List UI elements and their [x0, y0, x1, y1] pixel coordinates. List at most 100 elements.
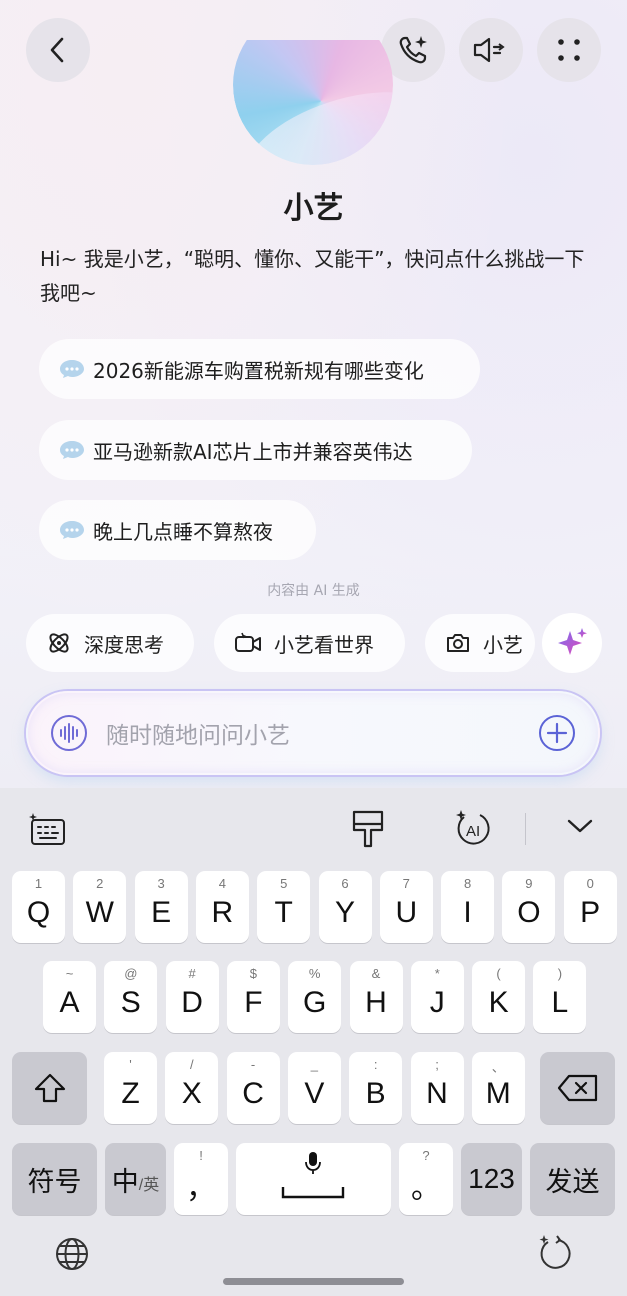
chat-input-bar[interactable]: 随时随地问问小艺: [26, 691, 600, 775]
plus-icon[interactable]: [538, 714, 576, 752]
key-hint: ): [557, 966, 563, 981]
key-hint: 7: [402, 876, 410, 891]
space-key[interactable]: [236, 1143, 391, 1215]
suggestion-text: 晚上几点睡不算熬夜: [93, 519, 273, 544]
key-p[interactable]: 0P: [563, 871, 617, 943]
key-hint: 9: [525, 876, 533, 891]
microphone-icon: [305, 1152, 321, 1174]
chevron-down-icon[interactable]: [566, 816, 594, 836]
key-h[interactable]: & H: [349, 961, 403, 1033]
period-key[interactable]: ? 。: [399, 1143, 453, 1215]
tool-deep-think[interactable]: 深度思考: [26, 614, 194, 672]
key-n[interactable]: ; N: [410, 1052, 464, 1124]
comma-key[interactable]: ! ，: [174, 1143, 228, 1215]
ai-assist-icon[interactable]: AI: [452, 808, 496, 850]
ai-generated-note: 内容由 AI 生成: [267, 583, 360, 599]
shift-key[interactable]: [12, 1052, 87, 1124]
tool-label: 小艺看世界: [274, 632, 374, 657]
home-indicator: [223, 1278, 404, 1285]
tool-xiaoyi-camera[interactable]: 小艺: [425, 614, 535, 672]
key-t[interactable]: 5T: [257, 871, 311, 943]
lang-sub-label: /英: [138, 1177, 160, 1194]
key-hint: 0: [586, 876, 594, 891]
key-s[interactable]: @ S: [104, 961, 158, 1033]
keyboard-settings-icon[interactable]: [28, 812, 68, 848]
key-d[interactable]: # D: [165, 961, 219, 1033]
tool-label: 小艺: [483, 632, 523, 657]
key-label: B: [365, 1077, 386, 1110]
key-hint: *: [434, 966, 440, 981]
key-j[interactable]: * J: [410, 961, 464, 1033]
keyboard-toolbar: AI: [0, 788, 627, 868]
key-k[interactable]: (K: [472, 961, 526, 1033]
key-label: F: [244, 986, 263, 1019]
key-z[interactable]: ' Z: [104, 1052, 157, 1124]
chat-input-placeholder[interactable]: 随时随地问问小艺: [106, 716, 538, 750]
key-label: T: [274, 896, 293, 929]
suggestion-chip[interactable]: 2026新能源车购置税新规有哪些变化: [39, 339, 480, 399]
key-q[interactable]: 1Q: [12, 871, 65, 943]
tool-label: 深度思考: [84, 632, 164, 657]
backspace-key[interactable]: [540, 1052, 615, 1124]
key-label: C: [242, 1077, 264, 1110]
key-a[interactable]: ~ A: [43, 961, 96, 1033]
back-button[interactable]: [26, 18, 90, 82]
tool-xiaoyi-see-world[interactable]: 小艺看世界: [214, 614, 405, 672]
key-f[interactable]: $ F: [226, 961, 280, 1033]
key-hint: @: [124, 966, 138, 981]
key-hint: 6: [341, 876, 349, 891]
key-label: D: [181, 986, 203, 1019]
toolbar-divider: [525, 813, 526, 845]
more-button[interactable]: [537, 18, 601, 82]
key-label: P: [580, 896, 601, 929]
key-i[interactable]: 8I: [441, 871, 495, 943]
keyboard: AI 1Q2W3E4R5T6Y7U8I9O0P ~ A @ S # D $ F% G & H * J(K…: [0, 788, 627, 1296]
key-hint: :: [373, 1057, 378, 1072]
key-e[interactable]: 3E: [134, 871, 188, 943]
key-label: U: [395, 896, 418, 929]
key-label: E: [151, 896, 172, 929]
speaker-button[interactable]: [459, 18, 523, 82]
suggestion-chip[interactable]: 亚马逊新款AI芯片上市并兼容英伟达: [39, 420, 472, 480]
language-switch-key[interactable]: 中/英: [105, 1143, 166, 1215]
paint-brush-icon[interactable]: [348, 808, 388, 850]
key-hint: ;: [435, 1057, 439, 1072]
key-c[interactable]: -C: [226, 1052, 280, 1124]
key-label: O: [517, 896, 541, 929]
numbers-key[interactable]: 123: [461, 1143, 522, 1215]
backspace-icon: [557, 1074, 597, 1102]
rotate-keyboard-icon[interactable]: [536, 1234, 574, 1272]
key-label: H: [365, 986, 387, 1019]
key-label: Z: [121, 1077, 140, 1110]
key-u[interactable]: 7U: [379, 871, 433, 943]
key-label: Q: [26, 896, 51, 929]
key-hint: _: [310, 1057, 318, 1072]
key-v[interactable]: _ V: [287, 1052, 341, 1124]
chat-bubble-icon: [60, 521, 84, 539]
key-hint: 3: [157, 876, 165, 891]
globe-icon[interactable]: [54, 1236, 90, 1272]
key-hint: 4: [218, 876, 226, 891]
key-label: K: [488, 986, 509, 1019]
camera-video-icon: [235, 632, 261, 652]
camera-icon: [447, 634, 469, 652]
key-r[interactable]: 4R: [195, 871, 249, 943]
key-y[interactable]: 6Y: [318, 871, 372, 943]
key-b[interactable]: :B: [349, 1052, 403, 1124]
key-x[interactable]: / X: [165, 1052, 219, 1124]
key-w[interactable]: 2W: [73, 871, 127, 943]
key-hint: ': [129, 1057, 132, 1072]
key-m[interactable]: 、 M: [471, 1052, 525, 1124]
key-o[interactable]: 9O: [502, 871, 556, 943]
key-label: Y: [334, 896, 355, 929]
symbols-key[interactable]: 符号: [12, 1143, 97, 1215]
key-hint: 2: [96, 876, 104, 891]
key-g[interactable]: % G: [288, 961, 342, 1033]
suggestion-chip[interactable]: 晚上几点睡不算熬夜: [39, 500, 316, 560]
key-l[interactable]: ) L: [533, 961, 587, 1033]
send-key[interactable]: 发送: [530, 1143, 615, 1215]
ai-sparkle-button[interactable]: [542, 613, 602, 673]
key-label: A: [59, 986, 80, 1019]
voice-wave-icon[interactable]: [50, 714, 88, 752]
key-hint: %: [308, 966, 321, 981]
